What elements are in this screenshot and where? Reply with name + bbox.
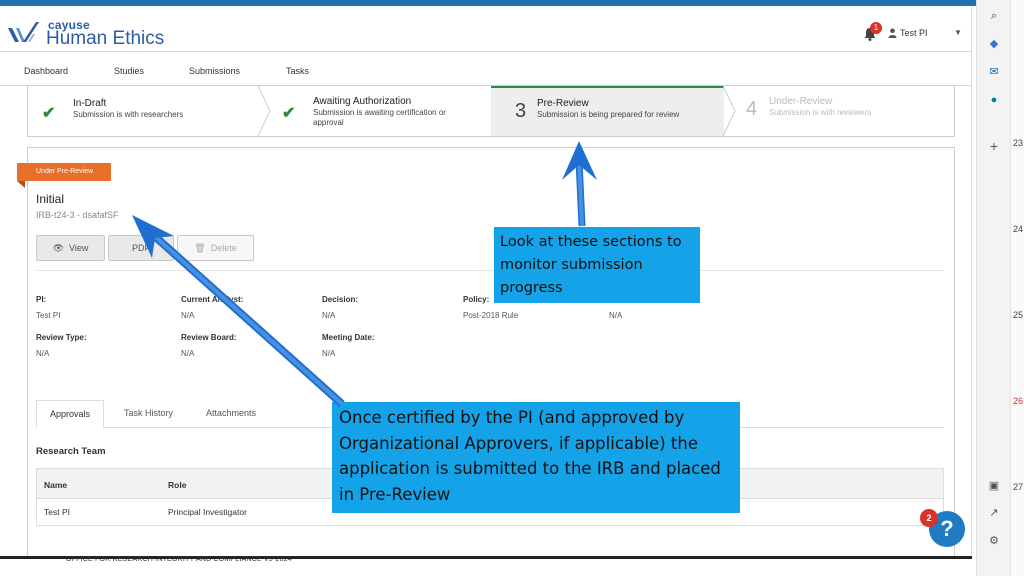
nav-item-dashboard[interactable]: Dashboard xyxy=(24,66,68,76)
checkmark-icon: ✔ xyxy=(282,105,296,122)
callout-monitor-progress: Look at these sections to monitor submis… xyxy=(494,227,700,303)
review-board-value: N/A xyxy=(181,349,195,358)
pdf-button-label: PDF xyxy=(132,243,150,253)
extra-field-value: N/A xyxy=(609,311,623,320)
delete-button[interactable]: 🗑 Delete xyxy=(177,235,254,261)
review-type-value: N/A xyxy=(36,349,50,358)
add-icon[interactable]: + xyxy=(986,138,1002,154)
step-description: Submission is with reviewers xyxy=(769,108,872,117)
step-separator xyxy=(258,86,271,136)
calendar-pane: 23 24 25 26 27 xyxy=(1010,0,1024,576)
view-button[interactable]: 👁 View xyxy=(36,235,105,261)
eye-icon: 👁 xyxy=(52,243,65,253)
submission-progress-stepper: ✔ In-Draft Submission is with researcher… xyxy=(27,85,955,137)
tab-attachments[interactable]: Attachments xyxy=(206,408,256,418)
footer-text: OFFICE FOR RESEARCH INTEGRITY AND COMPLI… xyxy=(66,556,292,563)
browser-sidebar: ⌕ ◆ ✉ ● + ▣ ↗ ⚙ xyxy=(976,0,1010,576)
user-menu-name[interactable]: Test PI xyxy=(900,28,928,38)
pi-label: PI: xyxy=(36,295,47,304)
step-title: Awaiting Authorization xyxy=(313,96,412,107)
page-title: Initial xyxy=(36,192,65,206)
pdf-button[interactable]: PDF xyxy=(108,235,174,261)
ribbon-fold xyxy=(17,181,25,188)
current-analyst-value: N/A xyxy=(181,311,195,320)
checkmark-icon: ✔ xyxy=(42,105,56,122)
outlook-icon[interactable]: ✉ xyxy=(986,64,1002,80)
calendar-day[interactable]: 27 xyxy=(1013,482,1023,492)
copilot-icon[interactable]: ◆ xyxy=(986,36,1002,52)
policy-value: Post-2018 Rule xyxy=(463,311,519,320)
nav-item-submissions[interactable]: Submissions xyxy=(189,66,240,76)
nav-item-tasks[interactable]: Tasks xyxy=(286,66,309,76)
step-description: Submission is being prepared for review xyxy=(537,110,680,119)
current-analyst-label: Current Analyst: xyxy=(181,295,244,304)
delete-button-label: Delete xyxy=(210,243,237,253)
step-separator xyxy=(723,86,736,136)
review-board-label: Review Board: xyxy=(181,333,237,342)
user-icon xyxy=(888,28,897,38)
divider xyxy=(36,270,944,271)
callout-pre-review-explanation: Once certified by the PI (and approved b… xyxy=(332,402,740,513)
cell-name: Test PI xyxy=(44,507,70,517)
help-badge: 2 xyxy=(920,509,938,527)
calendar-day[interactable]: 24 xyxy=(1013,224,1023,234)
step-title: Pre-Review xyxy=(537,98,589,109)
gear-icon[interactable]: ⚙ xyxy=(986,533,1002,549)
step-in-draft[interactable]: ✔ In-Draft Submission is with researcher… xyxy=(28,86,260,136)
notification-badge: 1 xyxy=(870,22,882,34)
meeting-date-value: N/A xyxy=(322,349,336,358)
main-nav: Dashboard Studies Submissions Tasks xyxy=(0,52,971,86)
trash-icon: 🗑 xyxy=(194,243,206,253)
step-description: Submission is with researchers xyxy=(73,110,184,119)
pi-value: Test PI xyxy=(36,311,61,320)
column-header-name[interactable]: Name xyxy=(44,480,67,490)
research-team-title: Research Team xyxy=(36,446,106,457)
meeting-date-label: Meeting Date: xyxy=(322,333,375,342)
policy-label: Policy: xyxy=(463,295,490,304)
view-button-label: View xyxy=(69,243,89,253)
step-title: Under-Review xyxy=(769,96,833,107)
tab-task-history[interactable]: Task History xyxy=(124,408,173,418)
tab-approvals[interactable]: Approvals xyxy=(36,400,105,429)
step-description: Submission is awaiting certification or … xyxy=(313,108,446,127)
search-icon[interactable]: ⌕ xyxy=(986,8,1002,24)
nav-item-studies[interactable]: Studies xyxy=(114,66,144,76)
step-pre-review[interactable]: 3 Pre-Review Submission is being prepare… xyxy=(491,86,724,136)
step-number: 3 xyxy=(515,100,527,122)
step-under-review[interactable]: 4 Under-Review Submission is with review… xyxy=(738,86,954,136)
review-type-label: Review Type: xyxy=(36,333,87,342)
cell-role: Principal Investigator xyxy=(168,507,247,517)
logo-mark-icon xyxy=(8,22,39,42)
logo-product-text: Human Ethics xyxy=(46,28,165,49)
sidebar-toggle-icon[interactable]: ▣ xyxy=(986,478,1002,494)
app-header: cayuse Human Ethics 1 Test PI ▼ xyxy=(0,6,971,52)
calendar-day[interactable]: 23 xyxy=(1013,138,1023,148)
decision-value: N/A xyxy=(322,311,336,320)
step-awaiting-authorization[interactable]: ✔ Awaiting Authorization Submission is a… xyxy=(272,86,490,136)
decision-label: Decision: xyxy=(322,295,359,304)
sharepoint-icon[interactable]: ● xyxy=(986,92,1002,108)
external-link-icon[interactable]: ↗ xyxy=(986,505,1002,521)
calendar-day[interactable]: 25 xyxy=(1013,310,1023,320)
column-header-role[interactable]: Role xyxy=(168,480,186,490)
chevron-down-icon[interactable]: ▼ xyxy=(954,28,962,37)
submission-id: IRB-t24-3 - dsafafSF xyxy=(36,210,119,220)
step-title: In-Draft xyxy=(73,98,107,109)
calendar-day[interactable]: 26 xyxy=(1013,396,1023,406)
step-number: 4 xyxy=(746,98,758,120)
status-badge: Under Pre-Review xyxy=(17,163,111,181)
cayuse-logo[interactable]: cayuse Human Ethics xyxy=(6,14,176,50)
